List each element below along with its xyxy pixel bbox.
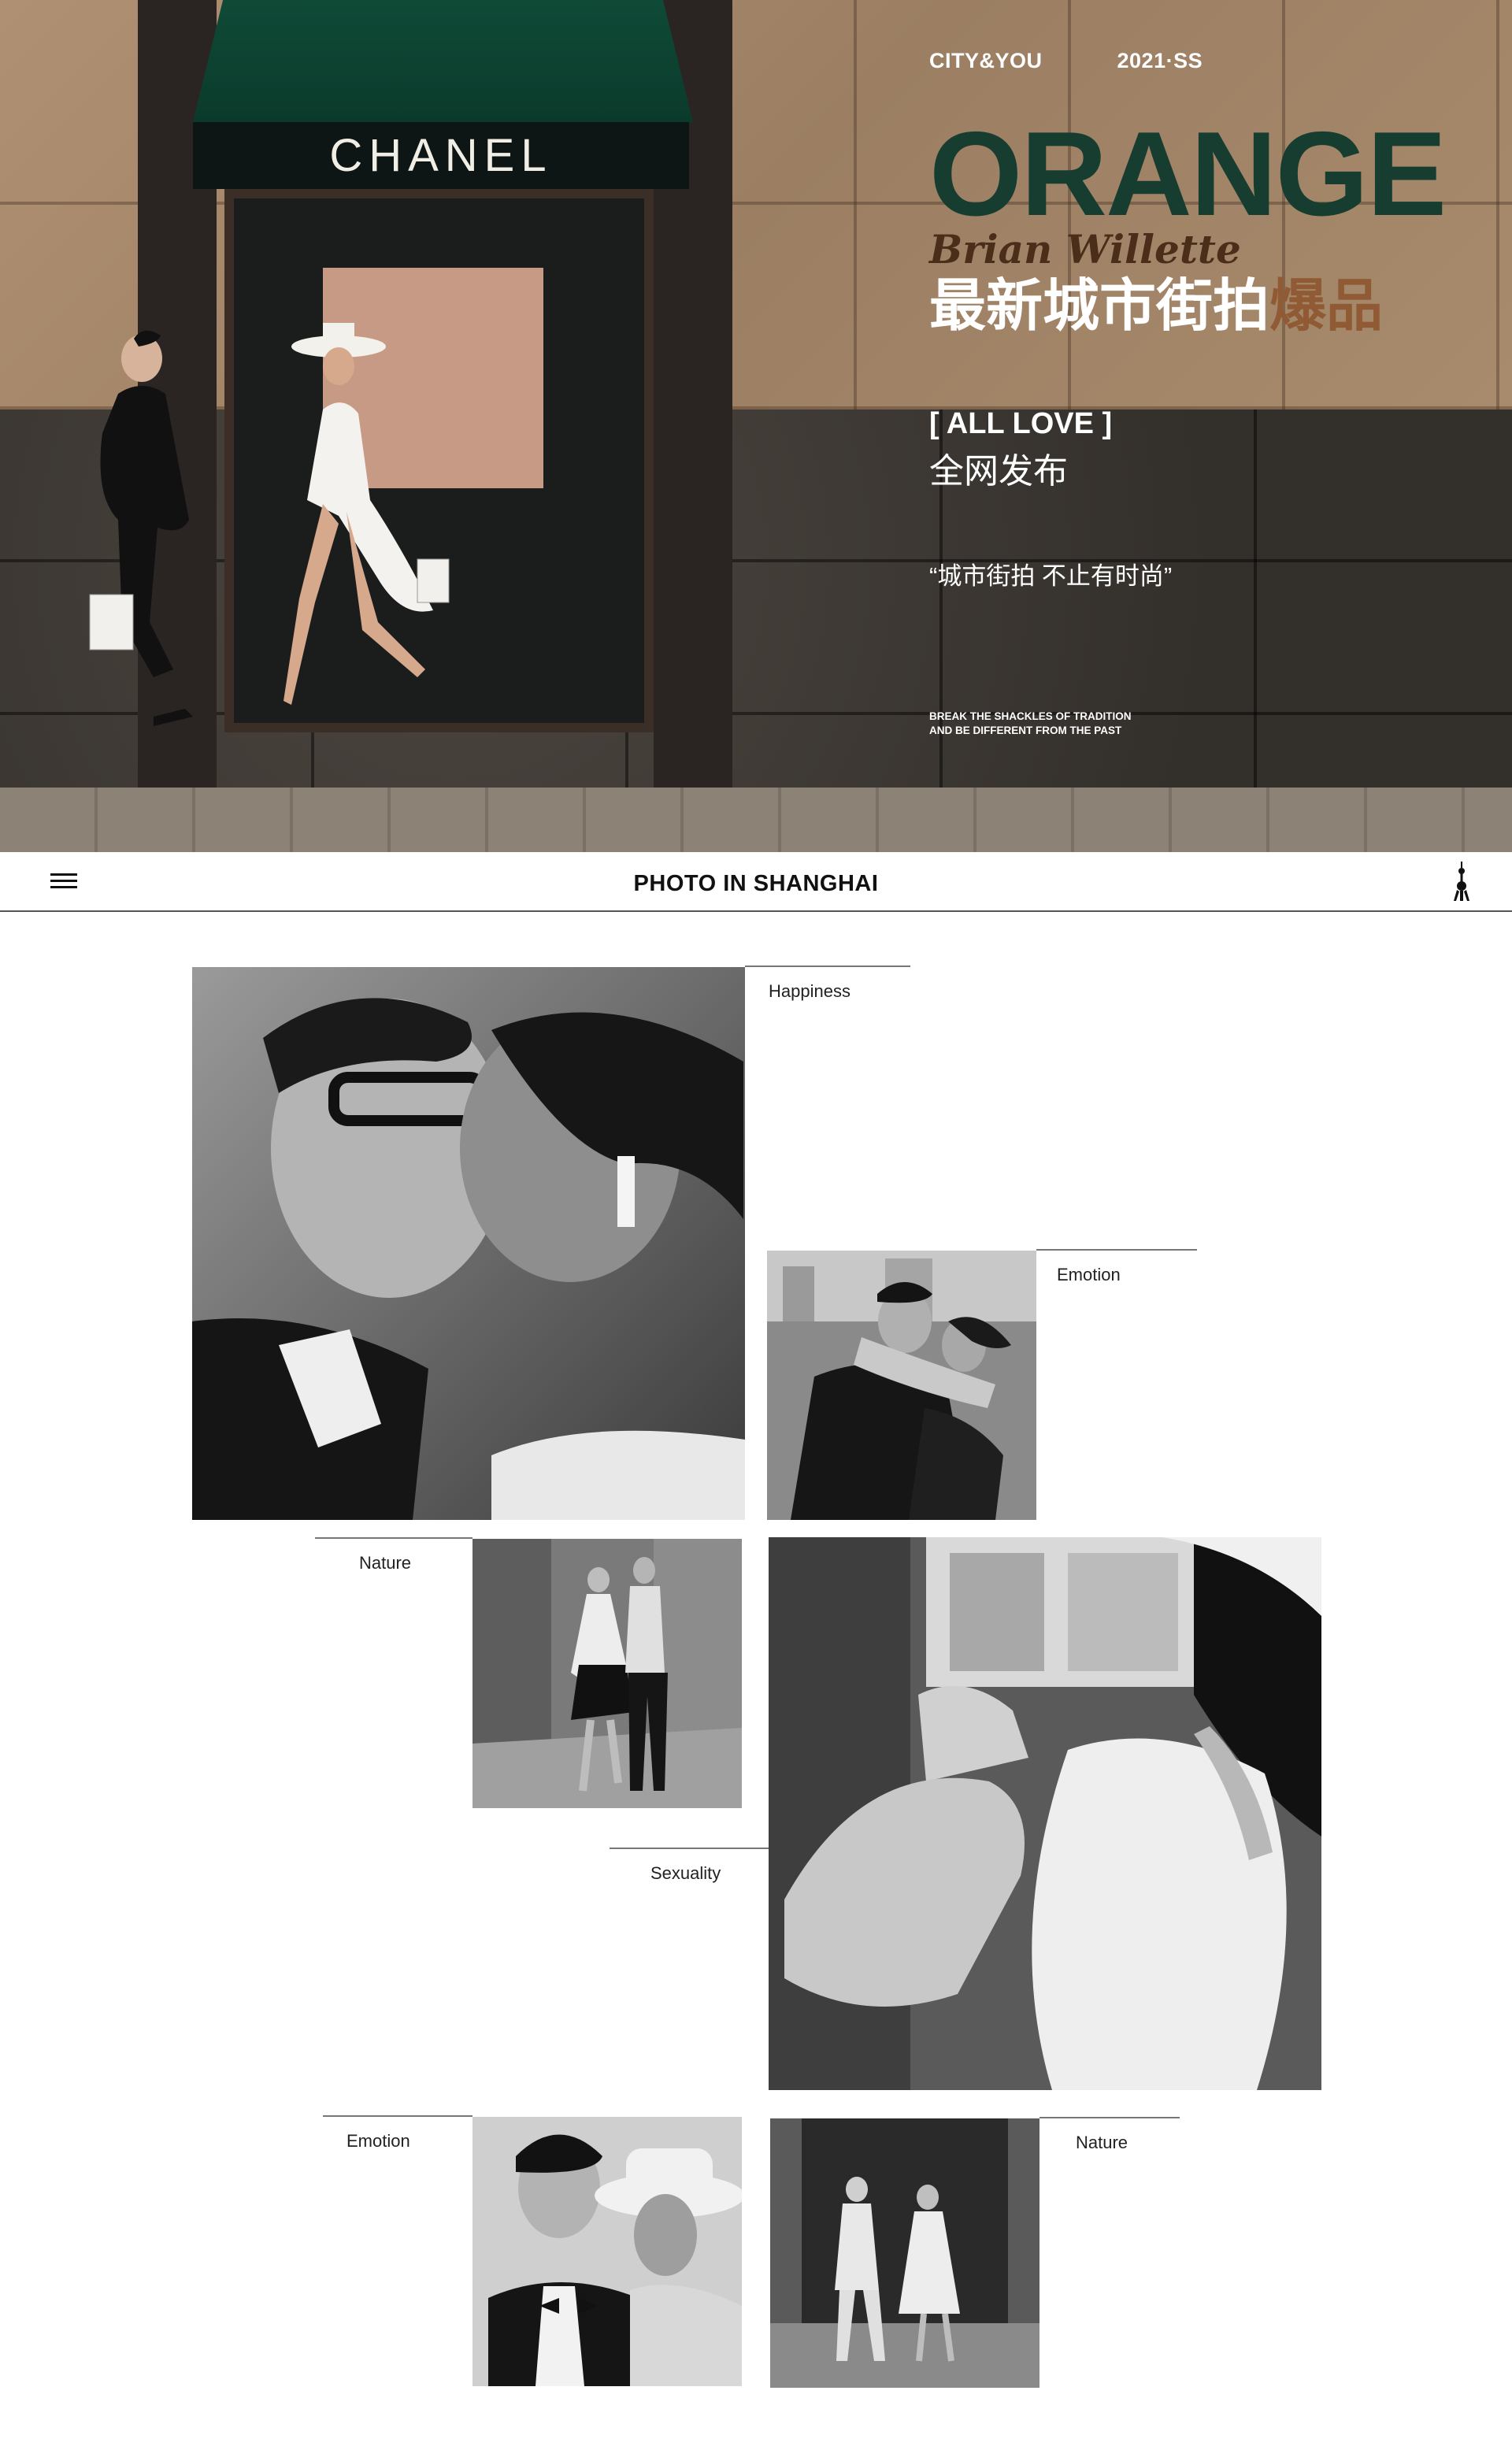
hero-text-block: CITY&YOU 2021·SS ORANGE Brian Willette 最… xyxy=(929,49,1512,737)
brand-title: ORANGE xyxy=(929,107,1447,241)
gallery-photo-hat-portrait[interactable] xyxy=(472,2117,742,2386)
page-title: PHOTO IN SHANGHAI xyxy=(633,870,879,896)
photo-label-emotion-2: Emotion xyxy=(323,2115,472,2152)
oriental-pearl-tower-icon[interactable] xyxy=(1452,862,1471,901)
store-sign-text: CHANEL xyxy=(329,130,553,181)
season-tag: 2021·SS xyxy=(1117,49,1203,72)
store-awning xyxy=(193,0,693,122)
city-you-tag: CITY&YOU xyxy=(929,49,1043,72)
photo-label-sexuality: Sexuality xyxy=(610,1848,769,1884)
headline-main: 最新城市街拍 xyxy=(929,274,1270,338)
release-text: 全网发布 xyxy=(929,451,1068,491)
hero-motto: BREAK THE SHACKLES OF TRADITION AND BE D… xyxy=(929,710,1132,736)
photo-label-happiness: Happiness xyxy=(745,965,910,1002)
gallery-photo-embrace[interactable] xyxy=(767,1251,1036,1520)
all-love-tag: [ ALL LOVE ] xyxy=(929,406,1113,440)
store-sign: CHANEL xyxy=(193,122,689,189)
photo-label-emotion: Emotion xyxy=(1036,1249,1197,1285)
gallery-photo-doorway[interactable] xyxy=(770,2118,1040,2388)
top-nav-bar: PHOTO IN SHANGHAI xyxy=(0,852,1512,912)
hero-headline: 最新城市街拍爆品 xyxy=(929,274,1512,338)
hero-quote: “城市街拍 不止有时尚” xyxy=(929,562,1173,590)
gallery-photo-kiss-closeup[interactable] xyxy=(192,967,745,1520)
photo-label-nature-2: Nature xyxy=(1040,2117,1180,2153)
running-couple-photo xyxy=(89,323,450,726)
hero-banner: CHANEL CITY&YOU 2021·SS ORANGE Brian Wil… xyxy=(0,0,1512,852)
hamburger-menu-icon[interactable] xyxy=(50,869,77,891)
photo-label-nature: Nature xyxy=(315,1537,472,1573)
gallery-photo-magazine[interactable] xyxy=(769,1537,1321,2090)
headline-accent: 爆品 xyxy=(1269,274,1384,338)
hero-tags: CITY&YOU 2021·SS xyxy=(929,49,1512,73)
gallery-photo-stairs[interactable] xyxy=(472,1539,742,1808)
